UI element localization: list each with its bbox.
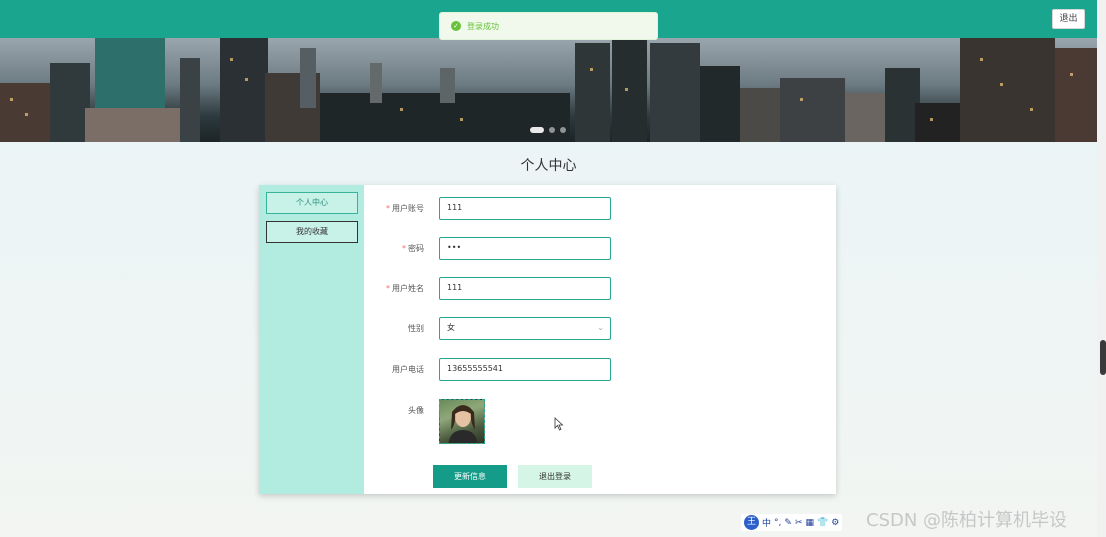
form-row-name: * 用户姓名 111	[364, 277, 836, 301]
success-toast: ✓ 登录成功	[439, 12, 658, 40]
carousel-indicators[interactable]	[530, 127, 566, 133]
mouse-cursor-icon	[554, 417, 564, 431]
logout-button[interactable]: 退出	[1052, 9, 1085, 29]
ime-keyboard-icon[interactable]: ▦	[805, 518, 814, 528]
sidebar: 个人中心 我的收藏	[259, 185, 364, 494]
ime-toolbar[interactable]: 王 中 °, ✎ ✂ ▦ 👕 ⚙	[741, 514, 843, 531]
form-row-gender: 性别 女 ⌄	[364, 317, 836, 341]
account-label: * 用户账号	[386, 204, 424, 213]
watermark: CSDN @陈柏计算机毕设	[866, 510, 1068, 531]
phone-input[interactable]: 13655555541	[439, 358, 611, 381]
chevron-down-icon: ⌄	[597, 323, 604, 332]
ime-skin-icon[interactable]: 👕	[817, 518, 828, 528]
ime-pen-icon[interactable]: ✎	[784, 518, 792, 528]
form-row-avatar: 头像	[364, 399, 836, 423]
ime-settings-icon[interactable]: ⚙	[831, 518, 839, 528]
update-info-button[interactable]: 更新信息	[433, 465, 507, 488]
account-input[interactable]: 111	[439, 197, 611, 220]
gender-select[interactable]: 女 ⌄	[439, 317, 611, 340]
ime-chinese-mode[interactable]: 中	[762, 516, 771, 529]
carousel-dot[interactable]	[530, 127, 544, 133]
ime-punctuation-icon[interactable]: °,	[774, 518, 781, 528]
sidebar-item-favorites[interactable]: 我的收藏	[266, 221, 358, 243]
page-title: 个人中心	[520, 158, 577, 174]
page-scrollbar[interactable]	[1097, 0, 1106, 537]
avatar-image	[448, 405, 478, 443]
avatar-upload[interactable]	[439, 399, 485, 444]
gender-value: 女	[447, 323, 455, 332]
form-row-account: * 用户账号 111	[364, 197, 836, 221]
avatar-label: 头像	[408, 406, 424, 415]
ime-logo-icon[interactable]: 王	[744, 515, 759, 530]
name-input[interactable]: 111	[439, 277, 611, 300]
sidebar-item-profile[interactable]: 个人中心	[266, 192, 358, 214]
check-circle-icon: ✓	[451, 21, 461, 31]
logout-account-button[interactable]: 退出登录	[518, 465, 592, 488]
scrollbar-thumb[interactable]	[1100, 340, 1106, 375]
password-label: * 密码	[402, 244, 424, 253]
toast-message: 登录成功	[467, 21, 499, 31]
banner-carousel	[0, 38, 1097, 142]
gender-label: 性别	[408, 324, 424, 333]
name-label: * 用户姓名	[386, 284, 424, 293]
password-input[interactable]: •••	[439, 237, 611, 260]
profile-card: 个人中心 我的收藏 * 用户账号 111 * 密码 ••• * 用户姓名 111 性别…	[259, 185, 836, 494]
carousel-dot[interactable]	[549, 127, 555, 133]
phone-label: 用户电话	[392, 365, 424, 374]
carousel-dot[interactable]	[560, 127, 566, 133]
form-row-phone: 用户电话 13655555541	[364, 358, 836, 382]
form-row-password: * 密码 •••	[364, 237, 836, 261]
ime-scissors-icon[interactable]: ✂	[795, 518, 803, 528]
